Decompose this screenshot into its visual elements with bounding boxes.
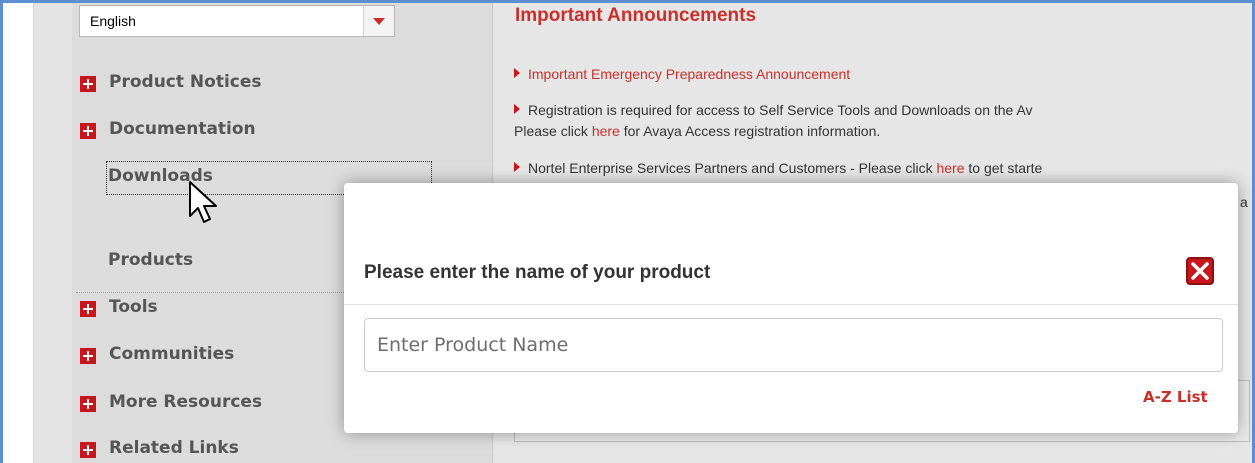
bullet-arrow-icon xyxy=(514,68,520,78)
sidebar-item-label: More Resources xyxy=(109,392,263,412)
bullet-arrow-icon xyxy=(514,162,520,172)
language-select-value: English xyxy=(90,13,136,29)
expand-plus-icon[interactable] xyxy=(80,76,96,92)
chevron-down-icon xyxy=(373,18,385,25)
expand-plus-icon[interactable] xyxy=(80,396,96,412)
nortel-here-link[interactable]: here xyxy=(936,160,964,176)
announcement-continuation: Please click here for Avaya Access regis… xyxy=(514,123,880,139)
announcement-text: for Avaya Access registration informatio… xyxy=(619,123,881,139)
expand-plus-icon[interactable] xyxy=(80,348,96,364)
product-search-dialog: Please enter the name of your product A-… xyxy=(344,183,1238,433)
bullet-arrow-icon xyxy=(514,104,520,114)
announcement-item: Registration is required for access to S… xyxy=(514,102,1033,118)
mouse-pointer-icon xyxy=(189,181,217,223)
announcement-text: Please click xyxy=(514,123,592,139)
sidebar-item-products[interactable]: Products xyxy=(108,250,193,270)
close-icon xyxy=(1191,262,1209,280)
announcement-item[interactable]: Important Emergency Preparedness Announc… xyxy=(514,66,850,82)
announcement-link-emergency[interactable]: Important Emergency Preparedness Announc… xyxy=(528,66,850,82)
announcement-text: Registration is required for access to S… xyxy=(528,102,1033,118)
sidebar-item-label: Product Notices xyxy=(109,72,262,92)
sidebar-item-label: Related Links xyxy=(109,438,239,458)
sidebar-item-label: Documentation xyxy=(109,119,256,139)
az-list-link[interactable]: A-Z List xyxy=(1143,388,1208,406)
registration-here-link[interactable]: here xyxy=(592,123,620,139)
product-name-input[interactable] xyxy=(364,318,1223,372)
announcement-text: Nortel Enterprise Services Partners and … xyxy=(528,160,937,176)
announcements-title: Important Announcements xyxy=(515,5,757,26)
page-gutter xyxy=(3,3,33,463)
close-button[interactable] xyxy=(1186,257,1214,285)
language-select[interactable]: English xyxy=(79,5,395,37)
announcement-item: Nortel Enterprise Services Partners and … xyxy=(514,160,1042,176)
dialog-divider xyxy=(344,304,1238,305)
gutter-strip xyxy=(33,3,73,463)
expand-plus-icon[interactable] xyxy=(80,442,96,458)
sidebar-item-label: Tools xyxy=(109,297,158,317)
announcement-text-peek: a xyxy=(1240,194,1248,210)
dialog-title: Please enter the name of your product xyxy=(364,262,711,283)
expand-plus-icon[interactable] xyxy=(80,123,96,139)
sidebar-item-label: Communities xyxy=(109,344,235,364)
announcement-text: to get starte xyxy=(964,160,1043,176)
language-select-toggle[interactable] xyxy=(363,6,394,36)
expand-plus-icon[interactable] xyxy=(80,301,96,317)
